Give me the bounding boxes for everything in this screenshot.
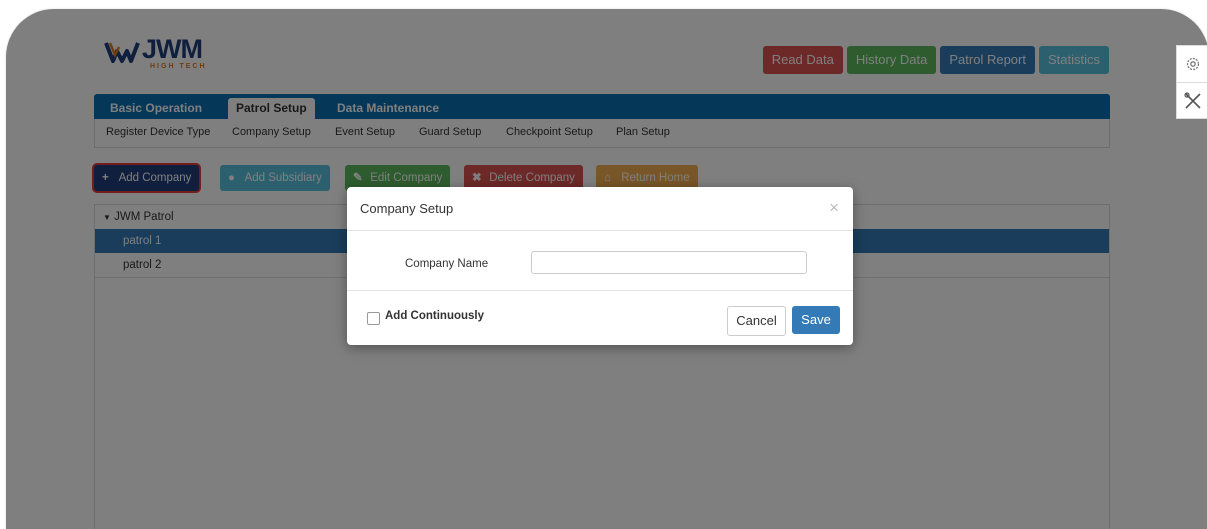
company-name-input[interactable] — [531, 251, 807, 274]
save-button[interactable]: Save — [792, 306, 840, 334]
dialog-footer: Add Continuously Cancel Save — [347, 291, 853, 345]
side-toolbar — [1176, 45, 1207, 119]
add-continuously-label[interactable]: Add Continuously — [385, 310, 484, 322]
dialog-header: Company Setup × — [347, 187, 853, 231]
gear-icon[interactable] — [1185, 56, 1201, 72]
tools-icon[interactable] — [1184, 92, 1202, 110]
company-setup-dialog: Company Setup × Company Name Add Continu… — [347, 187, 853, 345]
dialog-title: Company Setup — [360, 201, 454, 216]
add-continuously-checkbox[interactable] — [367, 312, 380, 325]
cancel-button[interactable]: Cancel — [727, 306, 786, 336]
close-icon[interactable]: × — [829, 198, 839, 218]
company-name-label: Company Name — [405, 258, 489, 270]
dialog-body: Company Name — [347, 231, 853, 291]
side-divider — [1177, 82, 1207, 83]
